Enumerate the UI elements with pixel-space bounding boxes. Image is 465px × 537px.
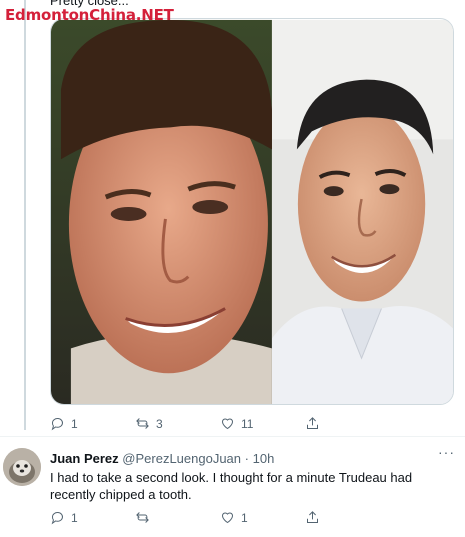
like-icon: [221, 418, 234, 430]
handle[interactable]: @PerezLuengoJuan: [122, 451, 241, 466]
like-button[interactable]: 11: [220, 416, 305, 431]
separator: ·: [244, 451, 249, 466]
photo-right-face: [271, 19, 453, 404]
reply-count: 1: [71, 510, 78, 525]
share-button[interactable]: [305, 510, 390, 525]
reply-icon: [51, 512, 63, 525]
retweet-button[interactable]: 3: [135, 416, 220, 431]
retweet-button[interactable]: [135, 510, 220, 525]
reply-text: I had to take a second look. I thought f…: [50, 470, 413, 502]
like-count: 11: [241, 416, 254, 431]
retweet-count: 3: [156, 416, 163, 431]
timestamp[interactable]: 10h: [253, 451, 275, 466]
share-button[interactable]: [305, 416, 390, 431]
like-count: 1: [241, 510, 248, 525]
reply-button[interactable]: 1: [50, 510, 135, 525]
share-icon: [307, 417, 318, 429]
like-icon: [221, 512, 234, 524]
photo-left-face: [51, 19, 272, 404]
avatar[interactable]: [3, 448, 41, 486]
divider: [0, 436, 465, 437]
watermark: EdmontonChina.NET: [5, 6, 174, 24]
reply-actions: 1 1: [50, 510, 390, 525]
share-icon: [307, 511, 318, 523]
retweet-icon: [136, 418, 149, 429]
tweet-actions: 1 3 11: [50, 416, 390, 431]
more-icon[interactable]: ···: [438, 444, 455, 460]
avatar-image: [3, 448, 41, 486]
retweet-icon: [136, 512, 149, 523]
display-name[interactable]: Juan Perez: [50, 451, 119, 466]
reply-button[interactable]: 1: [50, 416, 135, 431]
reply-count: 1: [71, 416, 78, 431]
thread-line: [24, 0, 26, 430]
tweet-photo[interactable]: [50, 18, 454, 405]
like-button[interactable]: 1: [220, 510, 305, 525]
reply-icon: [51, 418, 63, 431]
reply-header: Juan Perez @PerezLuengoJuan · 10h: [50, 451, 274, 466]
